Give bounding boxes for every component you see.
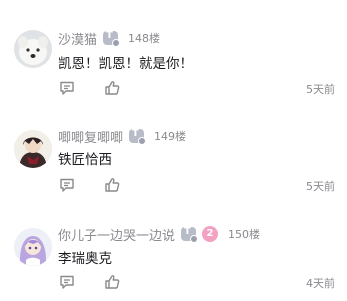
timestamp: 4天前 [306, 277, 335, 290]
avatar[interactable] [14, 130, 52, 168]
comment-text: 铁匠恰西 [58, 152, 112, 168]
white-dog-avatar-icon [14, 30, 52, 68]
level-badge-icon [103, 30, 121, 47]
comment-icon[interactable] [58, 79, 76, 97]
avatar[interactable] [14, 228, 52, 266]
username[interactable]: 你儿子一边哭一边说 [58, 225, 175, 244]
comment-text: 凯恩！凯恩！就是你！ [58, 56, 193, 72]
comment-icon[interactable] [58, 176, 76, 194]
comment-item: 唧唧复唧唧 149楼 铁匠恰西 5天前 [0, 100, 347, 196]
floor-number: 149楼 [154, 130, 187, 143]
avatar[interactable] [14, 30, 52, 68]
timestamp: 5天前 [306, 83, 335, 96]
thumbs-up-icon[interactable] [103, 273, 121, 291]
thumbs-up-icon[interactable] [103, 176, 121, 194]
comment-icon[interactable] [58, 273, 76, 291]
anime-girl-avatar-icon [14, 228, 52, 266]
level-badge-icon [181, 226, 199, 243]
timestamp: 5天前 [306, 180, 335, 193]
level-badge-icon [129, 128, 147, 145]
thumbs-up-icon[interactable] [103, 79, 121, 97]
floor-number: 148楼 [128, 32, 161, 45]
comment-item: 沙漠猫 148楼 凯恩！凯恩！就是你！ 5天前 [0, 0, 347, 96]
comment-text: 李瑞奥克 [58, 251, 112, 267]
rank-badge: 2 [202, 226, 219, 242]
username[interactable]: 唧唧复唧唧 [58, 127, 123, 146]
floor-number: 150楼 [228, 228, 261, 241]
username[interactable]: 沙漠猫 [58, 29, 97, 48]
character-avatar-icon [14, 130, 52, 168]
comment-item: 你儿子一边哭一边说 2 150楼 李瑞奥克 4天前 [0, 200, 347, 296]
